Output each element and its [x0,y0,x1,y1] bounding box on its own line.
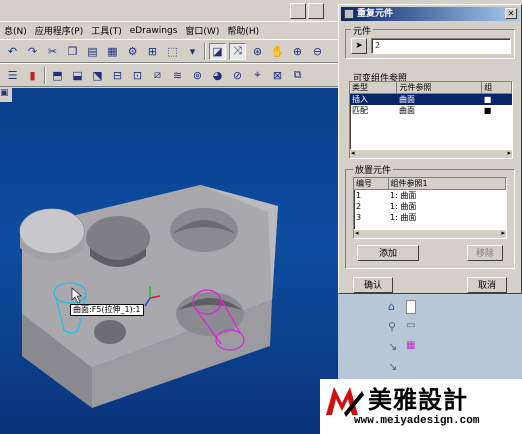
watermark-logo: 美雅設計 www.meiyadesign.com [320,379,522,434]
folder-icon[interactable]: ▭ [406,320,415,331]
3d-viewport[interactable] [0,88,338,434]
copy-icon[interactable]: ❐ [64,43,81,60]
selection-tooltip: 曲面:F5(拉伸_1):1 [70,304,144,316]
table-row[interactable]: 2 1: 曲面 [354,201,506,212]
placed-header-num[interactable]: 编号 [354,178,389,190]
refs-header-ref[interactable]: 元件参照 [396,82,483,94]
remove-button[interactable]: 移除 [467,245,503,261]
repaint-icon[interactable]: ◪ [209,42,226,60]
component-group-label: 元件 [351,24,374,37]
color-appearance-icon[interactable]: ▮ [24,67,41,84]
window-title-strip [0,0,338,22]
model-render [19,185,278,408]
menu-window[interactable]: 窗口(W) [181,24,223,37]
dialog-titlebar: 重复元件 ✕ [341,7,519,21]
refs-table[interactable]: 类型 元件参照 组 插入 曲面 ■ 匹配 曲面 ■ ◂ ▸ [349,81,513,159]
ok-button[interactable]: 确认 [353,277,393,293]
wireframe-icon[interactable]: ⬒ [49,67,66,84]
menu-edrawings[interactable]: eDrawings [126,26,182,36]
annotation-icon[interactable]: ⌖ [249,67,266,84]
panel-icon[interactable] [406,300,416,314]
view-icon: ▣ [0,88,9,98]
scroll-left-icon[interactable]: ◂ [355,229,359,237]
toolbar-standard: ↶ ↷ ✂ ❐ ▤ ▦ ⚙ ⊞ ⬚ ▾ ◪ ⤨ ⊛ ✋ ⊕ ⊖ [0,39,338,63]
component-icon[interactable]: ↘ [388,340,397,353]
close-icon[interactable]: ✕ [505,8,517,19]
add-button[interactable]: 添加 [357,245,419,261]
regenerate-icon[interactable]: ⚙ [124,43,141,60]
coordinate-systems-icon[interactable]: ◕ [209,67,226,84]
refs-horizontal-scrollbar[interactable]: ◂ ▸ [350,149,512,158]
toolbar-separator [44,66,46,84]
logo-url-text: www.meiyadesign.com [354,415,480,427]
find-icon[interactable]: ⊞ [144,43,161,60]
cursor-arrow-icon: ➤ [355,41,363,51]
saved-views-icon[interactable]: ⊡ [129,67,146,84]
paste-special-icon[interactable]: ▦ [104,43,121,60]
repeat-component-dialog: 重复元件 ✕ 元件 ➤ 2 可变组件参照 类型 元件参照 组 插入 曲面 ■ 匹… [338,4,522,294]
scroll-right-icon[interactable]: ▸ [501,229,505,237]
spin-center-display-icon[interactable]: ⊘ [229,67,246,84]
layer-icon[interactable]: ⊠ [269,67,286,84]
no-hidden-icon[interactable]: ⬔ [89,67,106,84]
datum-planes-icon[interactable]: ⧄ [149,67,166,84]
minimize-button[interactable] [290,3,306,19]
cut-icon[interactable]: ✂ [44,43,61,60]
logo-chinese-text: 美雅設計 [368,385,468,414]
point-display-icon[interactable]: ⊚ [189,67,206,84]
hole-cut-3 [94,320,126,344]
cancel-button[interactable]: 取消 [467,277,507,293]
display-style-icon[interactable]: ⧉ [289,67,306,84]
constraint-icon[interactable]: ⚲ [388,320,396,333]
select-box-icon[interactable]: ⬚ [164,43,181,60]
side-icon-palette: ⌂ ⚲ ↘ ↘ ▭ ▦ [384,294,416,378]
menubar: 息(N) 应用程序(P) 工具(T) eDrawings 窗口(W) 帮助(H) [0,22,338,39]
paste-icon[interactable]: ▤ [84,43,101,60]
logo-mark-icon [326,387,364,417]
move-icon[interactable]: ↘ [388,360,397,373]
table-row[interactable]: 3 1: 曲面 [354,212,506,223]
spin-center-icon[interactable]: ⤨ [229,42,246,60]
refs-header-group[interactable]: 组 [481,82,512,94]
toolbar-model-display: ☰ ▮ ⬒ ⬓ ⬔ ⊟ ⊡ ⧄ ≋ ⊚ ◕ ⊘ ⌖ ⊠ ⧉ [0,63,338,87]
boss-cylinder-top [20,209,84,253]
assembly-icon[interactable]: ⌂ [388,300,395,313]
menu-applications[interactable]: 应用程序(P) [31,24,87,37]
placed-header-ref[interactable]: 组件参照1 [388,178,506,190]
maximize-button[interactable] [308,3,324,19]
undo-icon[interactable]: ↶ [4,43,21,60]
menu-tools[interactable]: 工具(T) [87,24,126,37]
orient-icon[interactable]: ⊛ [249,43,266,60]
dialog-title: 重复元件 [357,9,394,19]
refs-header-type[interactable]: 类型 [350,82,398,94]
dropdown-arrow-icon[interactable]: ▾ [184,43,201,60]
zoom-in-icon[interactable]: ⊕ [289,43,306,60]
toolbar-separator [204,42,206,60]
placed-horizontal-scrollbar[interactable]: ◂ ▸ [354,229,506,238]
table-row[interactable]: 匹配 曲面 ■ [350,105,512,116]
table-row[interactable]: 插入 曲面 ■ [350,93,512,105]
model-tree-icon[interactable]: ☰ [4,67,21,84]
place-group-label: 放置元件 [353,163,394,176]
select-arrow-button[interactable]: ➤ [351,38,367,54]
redo-icon[interactable]: ↷ [24,43,41,60]
menu-help[interactable]: 帮助(H) [223,24,263,37]
component-field[interactable]: 2 [371,38,511,54]
scroll-right-icon[interactable]: ▸ [507,149,511,157]
zoom-out-icon[interactable]: ⊖ [309,43,326,60]
datum-axes-icon[interactable]: ≋ [169,67,186,84]
grid-icon[interactable]: ▦ [406,340,415,351]
menu-info[interactable]: 息(N) [0,24,31,37]
table-row[interactable]: 1 1: 曲面 [354,190,506,202]
dialog-app-icon [344,9,354,19]
hidden-line-icon[interactable]: ⬓ [69,67,86,84]
pan-hand-icon[interactable]: ✋ [269,43,286,60]
shading-icon[interactable]: ⊟ [109,67,126,84]
placed-table[interactable]: 编号 组件参照1 1 1: 曲面 2 1: 曲面 3 1: 曲面 ◂ ▸ [353,177,507,239]
scroll-left-icon[interactable]: ◂ [351,149,355,157]
orientation-stub[interactable]: ▣ [0,88,12,102]
